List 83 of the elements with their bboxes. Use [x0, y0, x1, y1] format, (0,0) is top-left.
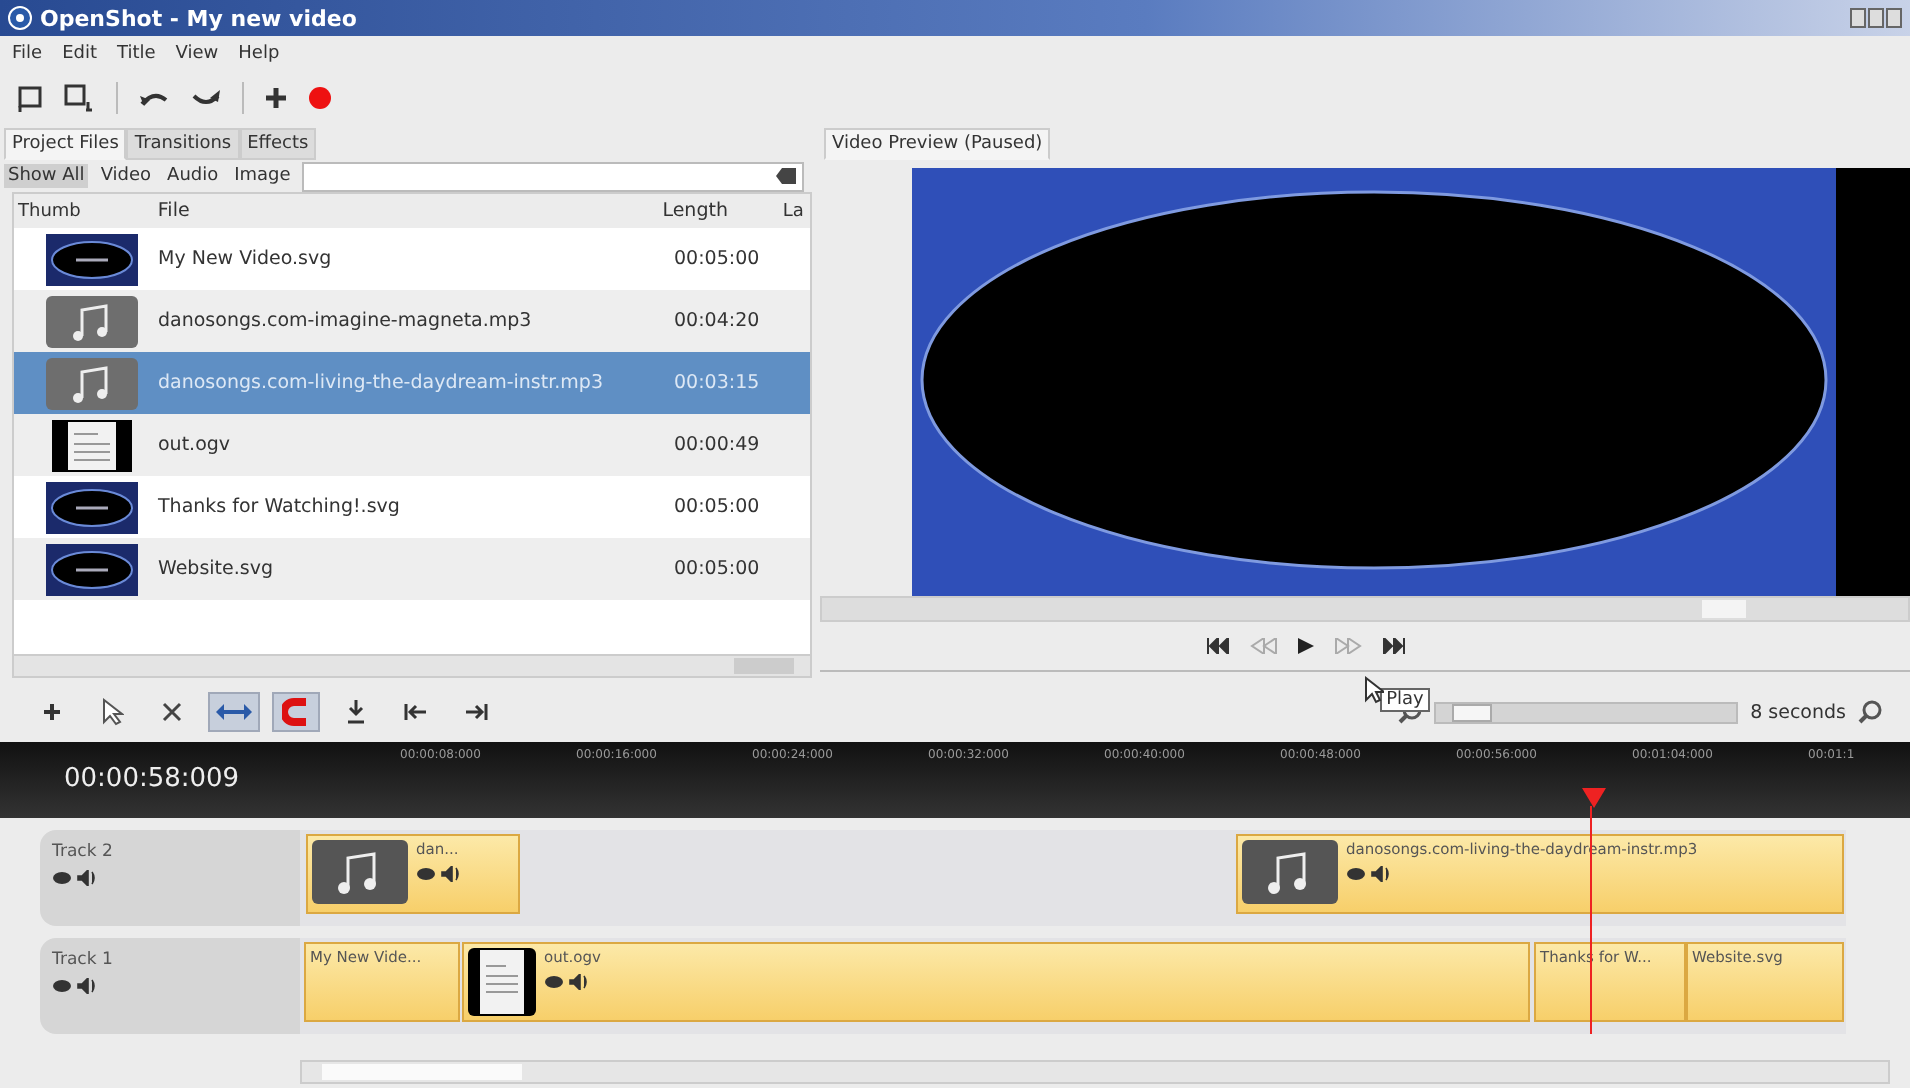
track-name: Track 1	[52, 950, 115, 970]
pointer-icon	[100, 698, 124, 726]
file-name: Website.svg	[158, 558, 275, 580]
file-length: 00:04:20	[674, 310, 762, 332]
filter-button[interactable]: Show All	[4, 164, 89, 188]
play-icon[interactable]	[1297, 638, 1313, 654]
track-header[interactable]: Track 1	[40, 938, 300, 1034]
timecode: 00:00:58:009	[64, 764, 240, 794]
slider-thumb[interactable]	[1451, 703, 1492, 721]
tab[interactable]: Transitions	[126, 128, 240, 160]
tab[interactable]: Effects	[239, 128, 317, 160]
tab[interactable]: Project Files	[4, 128, 127, 160]
plus-icon	[42, 702, 62, 722]
column-header[interactable]: Length	[658, 200, 779, 222]
file-length: 00:05:00	[674, 496, 762, 518]
jump-start-icon	[404, 704, 428, 720]
title-thumbnail-icon	[46, 543, 138, 595]
tooltip: Play	[1380, 687, 1430, 711]
music-note-thumbnail-icon	[312, 840, 408, 904]
document-thumbnail-icon	[46, 419, 138, 471]
resize-tool-button[interactable]	[208, 692, 260, 732]
open-project-icon[interactable]	[64, 84, 96, 112]
menu-item[interactable]: Help	[238, 43, 280, 63]
window-title: OpenShot - My new video	[40, 5, 359, 31]
eye-and-speaker-icon[interactable]	[544, 974, 588, 990]
search-field[interactable]	[302, 161, 804, 191]
undo-icon[interactable]	[138, 88, 170, 108]
tab[interactable]: Video Preview (Paused)	[824, 128, 1051, 160]
jump-end-icon	[464, 704, 488, 720]
skip-start-icon[interactable]	[1205, 638, 1229, 654]
title-thumbnail-icon	[46, 481, 138, 533]
zoom-label: 8 seconds	[1750, 701, 1846, 723]
menu-item[interactable]: Edit	[62, 43, 97, 63]
zoom-in-icon[interactable]	[1858, 700, 1882, 724]
column-header[interactable]: Thumb	[14, 201, 154, 221]
file-length: 00:00:49	[674, 434, 762, 456]
file-name: My New Video.svg	[158, 248, 334, 270]
playhead-icon[interactable]	[1582, 788, 1606, 808]
mouse-cursor-icon	[1364, 675, 1385, 703]
eye-and-speaker-icon[interactable]	[52, 870, 96, 886]
eye-and-speaker-icon[interactable]	[416, 866, 460, 882]
file-row[interactable]: Website.svg 00:05:00	[14, 538, 810, 600]
eye-and-speaker-icon[interactable]	[1346, 866, 1390, 882]
horizontal-scrollbar[interactable]	[14, 654, 810, 676]
app-icon	[8, 6, 32, 30]
record-icon[interactable]	[308, 86, 332, 110]
double-arrow-icon	[216, 704, 252, 720]
redo-icon[interactable]	[190, 88, 222, 108]
filter-button[interactable]: Image	[230, 164, 295, 188]
filter-button[interactable]: Video	[96, 164, 156, 188]
menu-item[interactable]: View	[175, 43, 219, 63]
clear-icon[interactable]	[776, 168, 796, 184]
music-note-thumbnail-icon	[46, 295, 138, 347]
music-note-thumbnail-icon	[1242, 840, 1338, 904]
add-icon[interactable]	[264, 86, 288, 110]
file-name: danosongs.com-living-the-daydream-instr.mp3	[158, 372, 605, 394]
title-thumbnail-icon	[46, 233, 138, 285]
file-name: danosongs.com-imagine-magneta.mp3	[158, 310, 534, 332]
track-header[interactable]: Track 2	[40, 830, 300, 926]
file-name: out.ogv	[158, 434, 233, 456]
file-row[interactable]: danosongs.com-imagine-magneta.mp3 00:04:20	[14, 290, 810, 352]
document-thumbnail-icon	[468, 948, 536, 1016]
track-name: Track 2	[52, 842, 115, 862]
music-note-thumbnail-icon	[46, 357, 138, 409]
snap-tool-button[interactable]	[272, 692, 320, 732]
window-controls-icon[interactable]	[1850, 8, 1902, 28]
column-header[interactable]: File	[153, 200, 659, 222]
down-arrow-icon	[346, 700, 366, 724]
file-name: Thanks for Watching!.svg	[158, 496, 402, 518]
menu-item[interactable]: File	[12, 43, 43, 63]
menu-item[interactable]: Title	[117, 43, 156, 63]
new-project-icon[interactable]	[16, 84, 44, 112]
magnet-icon	[282, 698, 310, 726]
cross-icon	[162, 702, 182, 722]
eye-and-speaker-icon[interactable]	[52, 978, 96, 994]
file-length: 00:03:15	[674, 372, 762, 394]
skip-end-icon[interactable]	[1381, 638, 1405, 654]
horizontal-scrollbar[interactable]	[300, 1060, 1890, 1084]
filter-button[interactable]: Audio	[163, 164, 223, 188]
file-length: 00:05:00	[674, 558, 762, 580]
file-row[interactable]: out.ogv 00:00:49	[14, 414, 810, 476]
file-length: 00:05:00	[674, 248, 762, 270]
column-header[interactable]: La	[778, 201, 810, 221]
